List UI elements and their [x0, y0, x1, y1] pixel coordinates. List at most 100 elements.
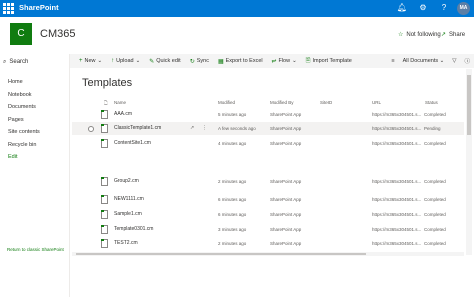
new-button[interactable]: + New ⌄ — [79, 58, 102, 64]
flow-icon: ⥂ — [271, 57, 277, 64]
help-icon[interactable]: ? — [438, 2, 450, 14]
chevron-down-icon: ⌄ — [292, 58, 297, 64]
share-button[interactable]: ↗ Share — [441, 31, 465, 39]
sync-icon: ↻ — [189, 58, 195, 65]
filter-icon[interactable]: ▽ — [452, 58, 456, 64]
view-selector[interactable]: All Documents ⌄ — [403, 58, 445, 64]
excel-icon: ▦ — [217, 58, 224, 65]
modified-by-cell: SharePoint App — [270, 112, 302, 117]
nav-item-edit[interactable]: Edit — [8, 151, 40, 164]
url-cell[interactable]: https://m365x304501.s... — [372, 137, 421, 150]
command-bar: + New ⌄ ↑ Upload ⌄ ✎ Quick edit ↻ Sync ▦… — [70, 54, 474, 68]
flow-button[interactable]: ⥂ Flow ⌄ — [272, 58, 297, 65]
url-cell[interactable]: https://m365x304501.s... — [372, 175, 421, 188]
document-icon — [101, 110, 108, 119]
upload-label: Upload — [116, 58, 134, 64]
avatar[interactable]: MA — [457, 2, 470, 15]
file-name[interactable]: ClassicTemplate1.cm — [114, 122, 161, 135]
return-to-classic-link[interactable]: Return to classic SharePoint — [7, 247, 64, 252]
file-name[interactable]: NEW1111.cm — [114, 193, 144, 206]
modified-cell: 5 minutes ago — [218, 112, 247, 117]
file-name[interactable]: ContentSite1.cm — [114, 137, 151, 150]
url-cell[interactable]: https://m365x304501.s... — [372, 108, 421, 121]
view-label: All Documents — [402, 58, 439, 64]
site-title[interactable]: CM365 — [40, 28, 75, 40]
url-cell[interactable]: https://m365x304501.s... — [372, 223, 421, 236]
export-label: Export to Excel — [225, 58, 263, 64]
modified-cell: 6 minutes ago — [218, 197, 247, 202]
row-select-checkbox[interactable] — [88, 125, 94, 132]
table-row[interactable]: NEW1111.cm 6 minutes ago SharePoint App … — [72, 193, 464, 206]
app-name[interactable]: SharePoint — [19, 3, 59, 12]
status-cell: Pending — [424, 126, 441, 131]
file-name[interactable]: Sample1.cm — [114, 208, 142, 221]
document-icon — [101, 210, 108, 219]
modified-by-cell: SharePoint App — [270, 126, 302, 131]
import-template-label: Import Template — [312, 58, 352, 64]
modified-by-cell: SharePoint App — [270, 212, 302, 217]
nav-item-home[interactable]: Home — [8, 76, 40, 89]
modified-by-cell: SharePoint App — [270, 227, 302, 232]
status-cell: Completed — [424, 179, 446, 184]
url-cell[interactable]: https://m365x304501.s... — [372, 237, 421, 250]
upload-icon: ↑ — [111, 58, 115, 64]
gear-icon[interactable]: ⚙ — [417, 2, 429, 14]
status-cell: Completed — [424, 227, 446, 232]
nav-item-documents[interactable]: Documents — [8, 101, 40, 114]
import-template-button[interactable]: 🗎︎ Import Template — [306, 56, 352, 66]
table-row[interactable]: Group2.cm 2 minutes ago SharePoint App h… — [72, 175, 464, 188]
nav-item-site-contents[interactable]: Site contents — [8, 126, 40, 139]
pencil-icon: ✎ — [149, 58, 155, 65]
modified-by-cell: SharePoint App — [270, 179, 302, 184]
star-icon: ☆ — [398, 32, 404, 38]
column-header-name[interactable]: Name — [114, 99, 126, 107]
url-cell[interactable]: https://m365x304501.s... — [372, 208, 421, 221]
status-cell: Completed — [424, 141, 446, 146]
share-icon: ↗ — [441, 32, 447, 38]
nav-list: Home Notebook Documents Pages Site conte… — [8, 76, 40, 164]
sort-icon[interactable]: ≡ — [391, 58, 394, 64]
horizontal-scrollbar[interactable] — [72, 252, 464, 256]
nav-item-recycle-bin[interactable]: Recycle bin — [8, 139, 40, 152]
file-type-column-icon[interactable]: 🗋︎ — [104, 99, 108, 107]
nav-item-notebook[interactable]: Notebook — [8, 89, 40, 102]
search-box[interactable]: ⌕ Search — [3, 57, 65, 67]
modified-cell: 2 minutes ago — [218, 179, 247, 184]
vertical-scrollbar[interactable] — [466, 69, 472, 255]
document-icon — [101, 177, 108, 186]
column-header-modified[interactable]: Modified — [218, 99, 235, 107]
file-name[interactable]: Template0301.cm — [114, 223, 153, 236]
bell-icon[interactable]: 🔔︎ — [396, 2, 408, 14]
quick-edit-button[interactable]: ✎ Quick edit — [149, 58, 181, 65]
search-icon: ⌕ — [3, 58, 7, 65]
nav-item-pages[interactable]: Pages — [8, 114, 40, 127]
upload-button[interactable]: ↑ Upload ⌄ — [111, 58, 140, 64]
url-cell[interactable]: https://m365x304501.s... — [372, 122, 421, 135]
export-excel-button[interactable]: ▦ Export to Excel — [218, 58, 263, 65]
table-row[interactable]: TEST2.cm 2 minutes ago SharePoint App ht… — [72, 237, 464, 250]
sync-button[interactable]: ↻ Sync — [190, 58, 209, 65]
share-icon[interactable]: ↗ — [190, 122, 194, 135]
site-logo[interactable]: C — [10, 23, 32, 45]
table-row[interactable]: ClassicTemplate1.cm ↗ ⋮ A few seconds ag… — [72, 122, 464, 135]
document-icon — [101, 124, 108, 133]
document-icon — [101, 195, 108, 204]
table-row[interactable]: Sample1.cm 6 minutes ago SharePoint App … — [72, 208, 464, 221]
app-launcher-icon[interactable] — [3, 3, 14, 14]
file-name[interactable]: Group2.cm — [114, 175, 139, 188]
follow-button[interactable]: ☆ Not following — [398, 31, 441, 39]
column-header-modified-by[interactable]: Modified By — [270, 99, 294, 107]
table-row[interactable]: Template0301.cm 3 minutes ago SharePoint… — [72, 223, 464, 236]
column-header-url[interactable]: URL — [372, 99, 381, 107]
file-name[interactable]: AAA.cm — [114, 108, 132, 121]
table-row[interactable]: ContentSite1.cm 4 minutes ago SharePoint… — [72, 137, 464, 150]
document-icon — [101, 225, 108, 234]
column-header-status[interactable]: Status — [425, 99, 438, 107]
info-icon[interactable]: ⓘ — [464, 57, 470, 65]
url-cell[interactable]: https://m365x304501.s... — [372, 193, 421, 206]
file-name[interactable]: TEST2.cm — [114, 237, 138, 250]
more-options-icon[interactable]: ⋮ — [202, 122, 207, 135]
status-cell: Completed — [424, 241, 446, 246]
column-header-siteid[interactable]: SiteID — [320, 99, 332, 107]
table-row[interactable]: AAA.cm 5 minutes ago SharePoint App http… — [72, 108, 464, 121]
